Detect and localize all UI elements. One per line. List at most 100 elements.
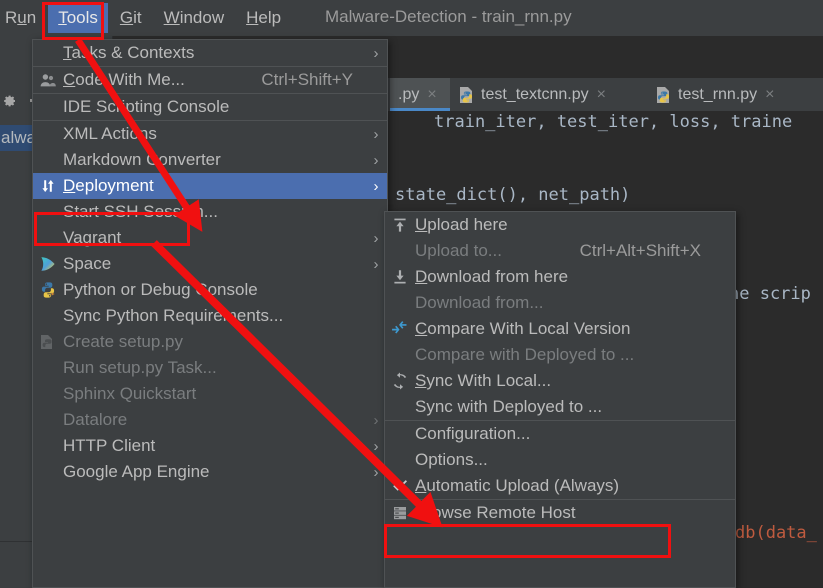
menu-icon-slot [33, 121, 63, 147]
editor-tab-label: .py [398, 85, 420, 103]
menu-icon-slot [33, 94, 63, 120]
menu-item-label: Upload here [415, 215, 508, 234]
menu-icon-slot [33, 381, 63, 407]
menu-item-label: Compare with Deployed to ... [415, 345, 635, 364]
deployment-menu-item-upload-here[interactable]: Upload here [385, 212, 735, 238]
menu-icon-slot [385, 394, 415, 420]
tools-menu-item-sync-python-requirements[interactable]: Sync Python Requirements... [33, 303, 387, 329]
tools-menu-item-tasks-contexts[interactable]: Tasks & Contexts › [33, 40, 387, 66]
menu-item-label: Python or Debug Console [63, 280, 258, 299]
tools-menu-item-xml-actions[interactable]: XML Actions › [33, 121, 387, 147]
menu-icon-slot [33, 199, 63, 225]
tools-menu-item-sphinx-quickstart: Sphinx Quickstart [33, 381, 387, 407]
menu-item-label: Space [63, 254, 112, 273]
editor-tab-test-textcnn[interactable]: test_textcnn.py × [450, 78, 647, 111]
remote-host-icon [385, 500, 415, 526]
menu-item-label: XML Actions [63, 124, 157, 143]
check-icon [385, 473, 415, 499]
menu-item-label: IDE Scripting Console [63, 97, 230, 116]
editor-tab-active[interactable]: .py × [390, 78, 450, 111]
menu-item-label: Start SSH Session... [63, 202, 218, 221]
deployment-submenu[interactable]: Upload here Upload to... Ctrl+Alt+Shift+X D… [384, 211, 736, 588]
menu-icon-slot [385, 447, 415, 473]
tools-menu-item-datalore: Datalore › [33, 407, 387, 433]
menu-item-label: Automatic Upload (Always) [415, 476, 620, 495]
space-icon [33, 251, 63, 277]
menu-item-label: Sphinx Quickstart [63, 384, 197, 403]
menubar-item-window[interactable]: Window [154, 3, 234, 33]
screenshot-root: train_iter, test_iter, loss, traine stat… [0, 0, 823, 588]
menubar-item-git[interactable]: Git [110, 3, 152, 33]
menu-icon-slot [33, 407, 63, 433]
deployment-menu-item-sync-with-local[interactable]: Sync With Local... [385, 368, 735, 394]
menu-icon-slot [33, 40, 63, 66]
close-icon[interactable]: × [765, 86, 774, 104]
sync-icon [385, 368, 415, 394]
menu-icon-slot [33, 355, 63, 381]
menu-icon-slot [33, 459, 63, 485]
deployment-menu-item-upload-to: Upload to... Ctrl+Alt+Shift+X [385, 238, 735, 264]
menu-icon-slot [385, 342, 415, 368]
tools-menu-item-vagrant[interactable]: Vagrant › [33, 225, 387, 251]
tools-menu-item-deployment[interactable]: Deployment › [33, 173, 387, 199]
menubar[interactable]: Run Tools Git Window Help [0, 0, 292, 36]
editor-tab-label: test_textcnn.py [481, 85, 589, 103]
close-icon[interactable]: × [597, 86, 606, 104]
menu-item-label: Sync with Deployed to ... [415, 397, 603, 416]
code-line-3: he scrip [729, 284, 811, 304]
menu-item-label: Configuration... [415, 424, 531, 443]
editor-tab-label: test_rnn.py [678, 85, 758, 103]
tools-menu-item-google-app-engine[interactable]: Google App Engine › [33, 459, 387, 485]
menu-icon-slot [385, 421, 415, 447]
code-line-4: db(data_ [735, 523, 817, 543]
deployment-icon [33, 173, 63, 199]
deployment-menu-item-compare-with-deployed-to: Compare with Deployed to ... [385, 342, 735, 368]
menubar-item-run[interactable]: Run [0, 3, 46, 33]
menu-icon-slot [385, 238, 415, 264]
tools-menu-item-create-setup-py: Create setup.py [33, 329, 387, 355]
menu-item-label: Download from... [415, 293, 544, 312]
chevron-right-icon: › [373, 125, 379, 143]
close-icon[interactable]: × [427, 86, 436, 104]
chevron-right-icon: › [373, 44, 379, 62]
menu-item-label: Download from here [415, 267, 569, 286]
deployment-menu-item-download-from-here[interactable]: Download from here [385, 264, 735, 290]
menu-item-label: Sync Python Requirements... [63, 306, 284, 325]
tools-menu-item-markdown-converter[interactable]: Markdown Converter › [33, 147, 387, 173]
menu-item-label: HTTP Client [63, 436, 156, 455]
tools-menu[interactable]: Tasks & Contexts › Code With Me... Ctrl+Shi… [32, 39, 388, 588]
gear-icon[interactable] [1, 93, 17, 109]
menu-item-label: Markdown Converter [63, 150, 221, 169]
tools-menu-item-ide-scripting-console[interactable]: IDE Scripting Console [33, 94, 387, 120]
tools-menu-item-start-ssh-session[interactable]: Start SSH Session... [33, 199, 387, 225]
upload-icon [385, 212, 415, 238]
deployment-menu-item-configuration[interactable]: Configuration... [385, 421, 735, 447]
deployment-menu-item-sync-with-deployed-to[interactable]: Sync with Deployed to ... [385, 394, 735, 420]
menu-item-label: Google App Engine [63, 462, 210, 481]
deployment-menu-item-browse-remote-host[interactable]: Browse Remote Host [385, 500, 735, 526]
download-icon [385, 264, 415, 290]
menu-item-label: Datalore [63, 410, 128, 429]
tools-menu-item-space[interactable]: Space › [33, 251, 387, 277]
compare-icon [385, 316, 415, 342]
tools-menu-item-code-with-me[interactable]: Code With Me... Ctrl+Shift+Y [33, 67, 387, 93]
menu-item-label: Deployment [63, 176, 154, 195]
deployment-menu-item-compare-with-local-version[interactable]: Compare With Local Version [385, 316, 735, 342]
python-file-icon [655, 86, 672, 104]
menu-icon-slot [33, 225, 63, 251]
chevron-right-icon: › [373, 177, 379, 195]
tools-menu-item-python-or-debug-console[interactable]: Python or Debug Console [33, 277, 387, 303]
chevron-right-icon: › [373, 151, 379, 169]
code-line-1: train_iter, test_iter, loss, traine [434, 112, 793, 132]
tools-menu-item-http-client[interactable]: HTTP Client › [33, 433, 387, 459]
editor-tab-test-rnn[interactable]: test_rnn.py × [647, 78, 823, 111]
deployment-menu-item-download-from: Download from... [385, 290, 735, 316]
menubar-item-tools[interactable]: Tools [48, 3, 108, 33]
python-icon [33, 277, 63, 303]
menubar-item-help[interactable]: Help [236, 3, 291, 33]
deployment-menu-item-options[interactable]: Options... [385, 447, 735, 473]
menu-item-shortcut: Ctrl+Shift+Y [261, 70, 353, 89]
deployment-menu-item-automatic-upload-always[interactable]: Automatic Upload (Always) [385, 473, 735, 499]
python-file-icon [458, 86, 475, 104]
menu-item-label: Run setup.py Task... [63, 358, 217, 377]
